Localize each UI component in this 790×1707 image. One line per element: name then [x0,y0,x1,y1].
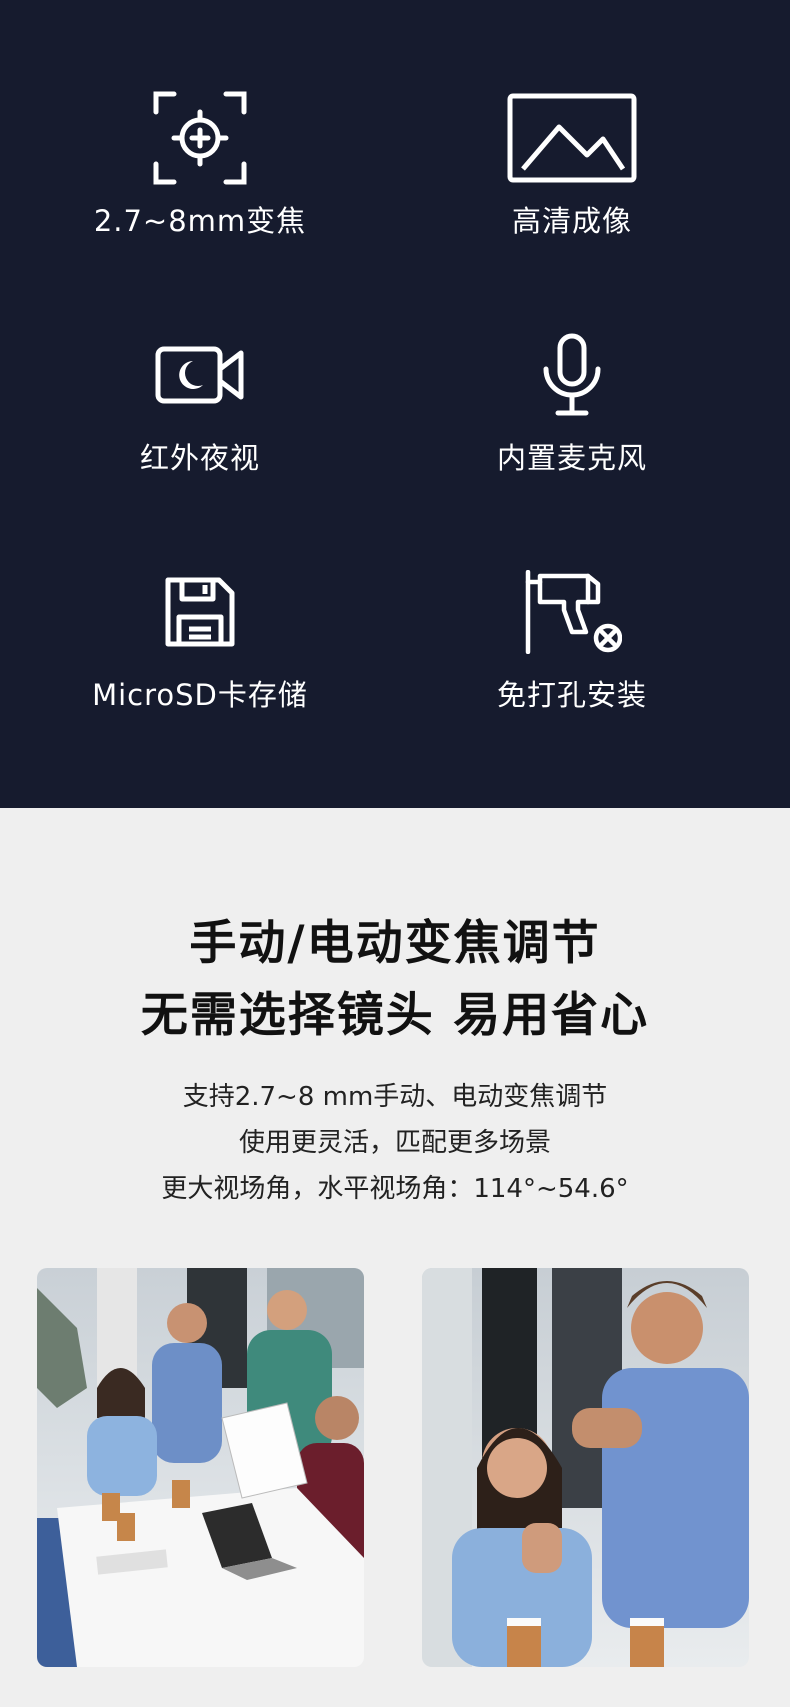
feature-night-vision: 红外夜视 [40,325,360,477]
feature-label: 2.7~8mm变焦 [93,204,307,238]
description-line1: 支持2.7~8 mm手动、电动变焦调节 [182,1082,608,1112]
description-line3: 更大视场角，水平视场角：114°~54.6° [161,1174,629,1204]
zoom-focus-icon [40,88,360,188]
no-drill-icon [412,562,732,662]
section-headline-line1: 手动/电动变焦调节 [189,916,601,971]
feature-zoom: 2.7~8mm变焦 [40,88,360,240]
feature-storage: MicroSD卡存储 [40,562,360,714]
office-meeting-photo [37,1268,364,1667]
feature-label: 免打孔安装 [496,678,647,712]
feature-no-drill: 免打孔安装 [412,562,732,714]
features-panel: 2.7~8mm变焦 高清成像 红外夜视 内置麦克风 MicroSD卡存储 免打孔… [0,0,790,808]
floppy-disk-icon [40,562,360,662]
night-vision-camera-icon [40,325,360,425]
section-headline-line2: 无需选择镜头 易用省心 [140,988,650,1043]
feature-hd: 高清成像 [412,88,732,240]
applause-photo [422,1268,749,1667]
hd-image-icon [412,88,732,188]
description-line2: 使用更灵活，匹配更多场景 [238,1128,551,1158]
feature-label: 高清成像 [511,204,632,238]
microphone-icon [412,325,732,425]
feature-label: MicroSD卡存储 [92,678,308,712]
feature-label: 内置麦克风 [496,441,647,475]
feature-label: 红外夜视 [139,441,260,475]
feature-microphone: 内置麦克风 [412,325,732,477]
